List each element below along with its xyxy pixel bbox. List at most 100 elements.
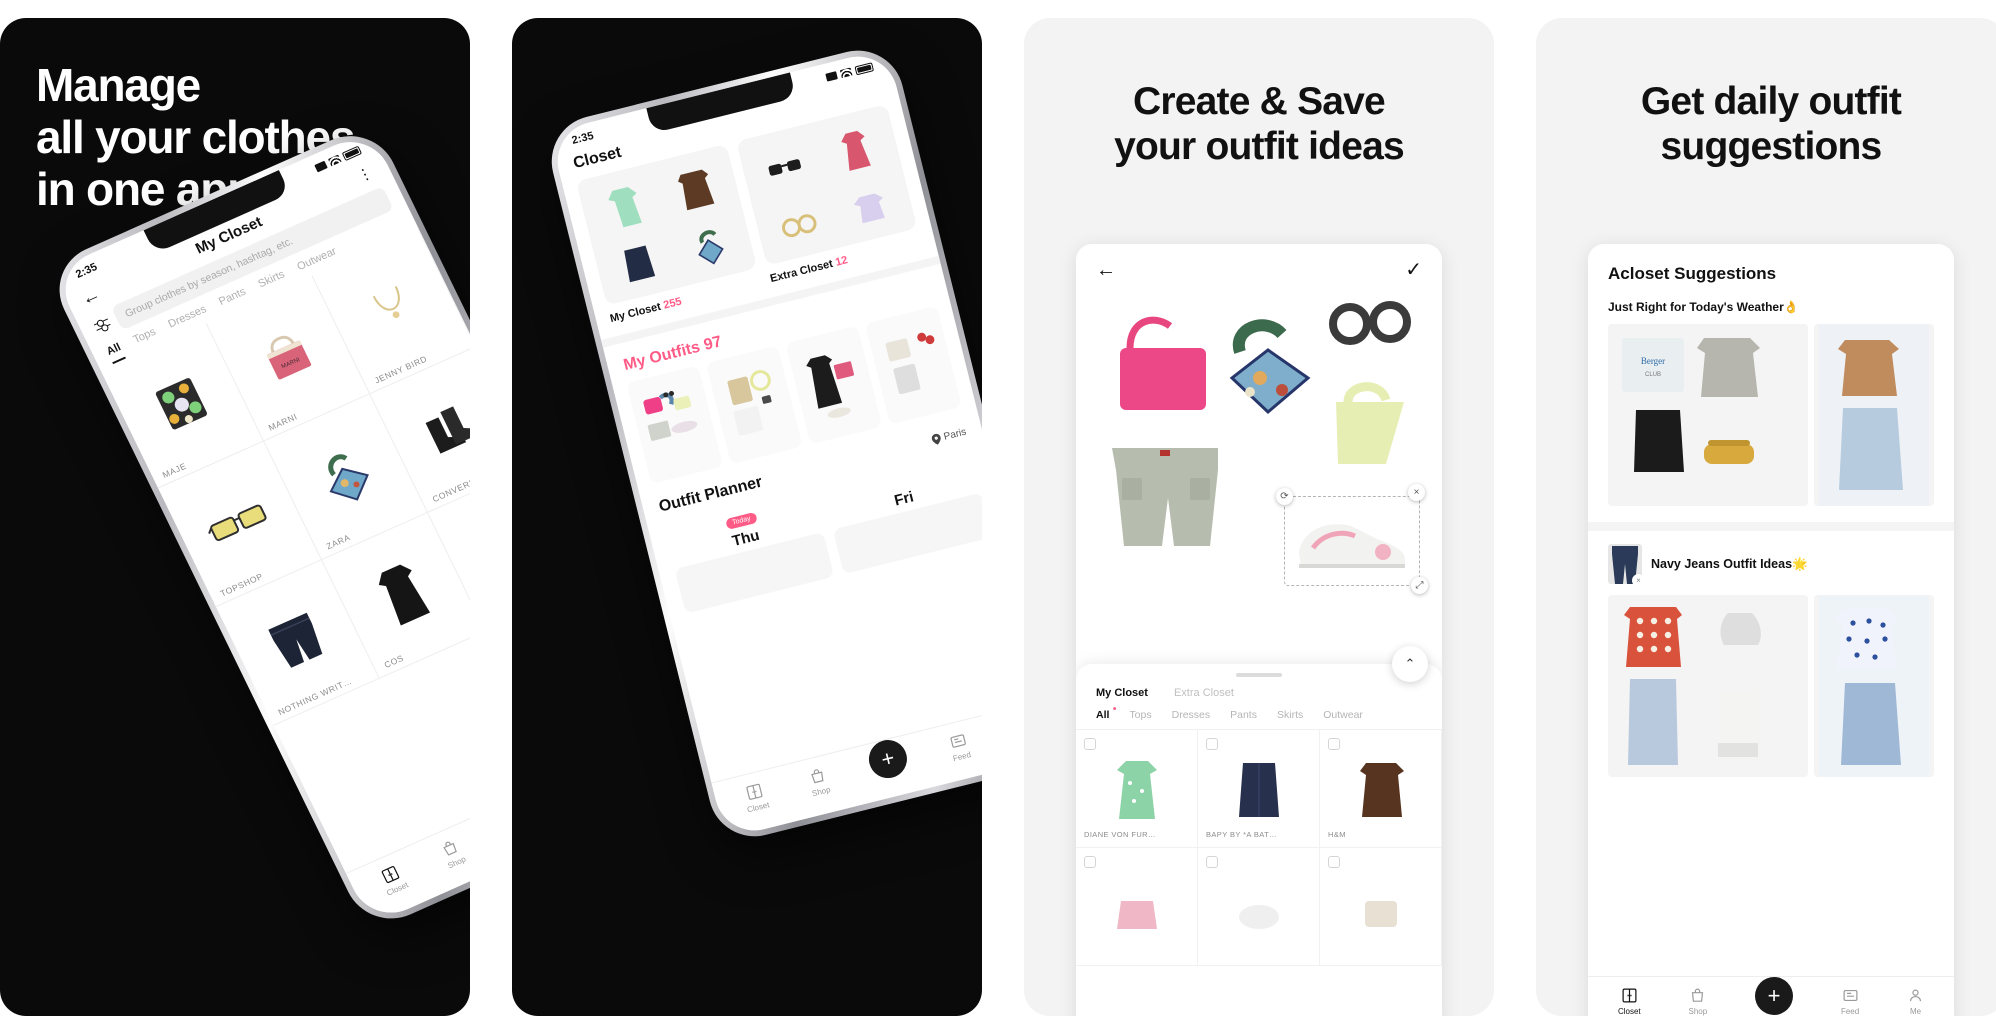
drawer-tab-my-closet[interactable]: My Closet bbox=[1096, 687, 1148, 699]
done-check-icon[interactable]: ✓ bbox=[1405, 260, 1422, 280]
thumb-gold-hoops bbox=[761, 193, 837, 256]
item-checkbox[interactable] bbox=[1206, 738, 1218, 750]
drawer-categories: All Tops Dresses Pants Skirts Outwear bbox=[1076, 704, 1442, 730]
navy-skirt-image bbox=[1206, 750, 1311, 830]
nav-closet[interactable]: Closet bbox=[1618, 987, 1641, 1016]
drawer-item[interactable]: H&M bbox=[1320, 730, 1442, 848]
outfit-card[interactable] bbox=[705, 345, 803, 465]
thumb-red-dress bbox=[816, 114, 895, 186]
rotate-handle[interactable]: ⟳ bbox=[1276, 488, 1293, 505]
signal-icon bbox=[825, 71, 838, 82]
outfit-card[interactable] bbox=[864, 305, 962, 425]
drawer-item[interactable] bbox=[1198, 848, 1320, 966]
nav-label: Closet bbox=[746, 800, 771, 815]
phone-screen-closet: 2:35 ← My Closet ⋮ Group clothes by seas… bbox=[52, 129, 470, 926]
nav-closet[interactable]: Closet bbox=[741, 781, 771, 815]
pink-item-image bbox=[1084, 868, 1189, 957]
drawer-tab-extra-closet[interactable]: Extra Closet bbox=[1174, 687, 1234, 699]
nav-add[interactable]: + bbox=[1755, 976, 1794, 1015]
item-brand: DIANE VON FUR… bbox=[1084, 830, 1156, 839]
panel-suggestions-headline: Get daily outfit suggestions bbox=[1536, 80, 1996, 170]
suggestion-card[interactable]: Berger CLUB bbox=[1608, 324, 1808, 506]
nav-shop[interactable]: Shop bbox=[438, 837, 467, 870]
drawer-cat-outwear[interactable]: Outwear bbox=[1323, 709, 1363, 721]
phone-mockup-closet: 2:35 ← My Closet ⋮ Group clothes by seas… bbox=[44, 121, 470, 934]
nav-shop[interactable]: Shop bbox=[806, 766, 832, 799]
item-brand: BAPY BY *A BAT… bbox=[1206, 830, 1278, 839]
delete-item-icon[interactable]: × bbox=[1408, 484, 1425, 501]
plus-icon[interactable]: + bbox=[1755, 976, 1794, 1015]
item-checkbox[interactable] bbox=[1084, 738, 1096, 750]
lime-handbag-item[interactable] bbox=[1320, 372, 1420, 487]
planner-location[interactable]: Paris bbox=[931, 426, 967, 445]
resize-handle[interactable]: ⤢ bbox=[1411, 577, 1428, 594]
outfit-card[interactable] bbox=[785, 325, 883, 445]
planner-day-fri[interactable]: Fri bbox=[828, 472, 982, 575]
bottom-nav: Closet Shop + Feed Me bbox=[711, 698, 982, 839]
drawer-item[interactable] bbox=[1320, 848, 1442, 966]
collapse-drawer-icon[interactable]: ⌃ bbox=[1392, 646, 1428, 682]
phone-mockup-home: 2:35 Closet My Closet 255 Extra Closet 1… bbox=[542, 40, 982, 847]
nav-add[interactable]: + bbox=[864, 735, 911, 782]
outfit-card[interactable] bbox=[626, 365, 724, 485]
headline-line-1: Get daily outfit bbox=[1640, 80, 1902, 123]
bottom-nav: Closet Shop + Feed Me bbox=[345, 731, 470, 926]
suggestion-chip[interactable]: × Navy Jeans Outfit Ideas🌟 bbox=[1588, 531, 1954, 595]
thumb-green-top bbox=[586, 171, 664, 240]
drawer-grabber[interactable] bbox=[1236, 673, 1282, 677]
silk-scarf-item[interactable] bbox=[1216, 316, 1326, 425]
more-options-icon[interactable]: ⋮ bbox=[355, 164, 377, 186]
closet-count: 255 bbox=[662, 295, 683, 312]
thumb-brown-vest bbox=[656, 154, 734, 223]
wifi-icon bbox=[839, 67, 853, 78]
suggestion-card[interactable] bbox=[1608, 595, 1808, 777]
nav-shop[interactable]: Shop bbox=[1688, 987, 1708, 1016]
khaki-cargo-shorts-item[interactable] bbox=[1100, 438, 1232, 563]
item-checkbox[interactable] bbox=[1206, 856, 1218, 868]
suggestion-card[interactable] bbox=[1814, 595, 1934, 777]
suggestion-card[interactable] bbox=[1814, 324, 1934, 506]
nav-closet[interactable]: Closet bbox=[376, 862, 410, 898]
headline-line-2: all your clothes bbox=[36, 111, 355, 163]
drawer-cat-skirts[interactable]: Skirts bbox=[1277, 709, 1303, 721]
close-icon[interactable]: × bbox=[1632, 574, 1642, 584]
outfit-canvas[interactable]: ⟳ ⤢ × bbox=[1076, 288, 1442, 638]
drawer-cat-pants[interactable]: Pants bbox=[1230, 709, 1257, 721]
closet-count: 12 bbox=[834, 254, 849, 269]
closet-icon bbox=[746, 783, 763, 800]
signal-icon bbox=[314, 160, 328, 173]
nav-label: Shop bbox=[811, 785, 832, 799]
drawer-cat-dresses[interactable]: Dresses bbox=[1172, 709, 1211, 721]
back-icon[interactable]: ← bbox=[78, 284, 105, 311]
drawer-item[interactable]: BAPY BY *A BAT… bbox=[1198, 730, 1320, 848]
item-checkbox[interactable] bbox=[1328, 738, 1340, 750]
nav-feed[interactable]: Feed bbox=[947, 731, 972, 763]
nav-feed[interactable]: Feed bbox=[1841, 987, 1859, 1016]
thumb-navy-skirt bbox=[600, 230, 677, 296]
back-icon[interactable]: ← bbox=[1096, 260, 1116, 280]
wifi-icon bbox=[327, 154, 342, 167]
nav-label: Shop bbox=[1688, 1007, 1708, 1016]
item-brand: H&M bbox=[1328, 830, 1346, 839]
pink-sneaker-item[interactable] bbox=[1291, 503, 1413, 579]
suggestion-cards-weather: Berger CLUB bbox=[1588, 324, 1954, 506]
location-label: Paris bbox=[942, 426, 968, 443]
closet-icon bbox=[1622, 988, 1637, 1003]
drawer-cat-all[interactable]: All bbox=[1096, 704, 1117, 721]
filter-icon[interactable] bbox=[93, 316, 113, 335]
phone-mockup-suggestions: Acloset Suggestions Just Right for Today… bbox=[1588, 244, 1954, 1016]
plus-icon[interactable]: + bbox=[864, 735, 911, 782]
drawer-cat-tops[interactable]: Tops bbox=[1129, 709, 1151, 721]
shop-bag-icon bbox=[1692, 988, 1704, 1002]
drawer-item[interactable]: DIANE VON FUR… bbox=[1076, 730, 1198, 848]
drawer-item[interactable] bbox=[1076, 848, 1198, 966]
gold-hoop-earrings-item[interactable] bbox=[1324, 294, 1416, 363]
svg-text:CLUB: CLUB bbox=[1645, 372, 1661, 378]
headline-line-2: your outfit ideas bbox=[1114, 124, 1405, 168]
app-store-screenshot-gallery: Manage all your clothes in one app 2:35 … bbox=[0, 0, 1996, 1034]
item-checkbox[interactable] bbox=[1084, 856, 1096, 868]
nav-me[interactable]: Me bbox=[1907, 987, 1924, 1016]
item-checkbox[interactable] bbox=[1328, 856, 1340, 868]
selection-box[interactable]: ⟳ ⤢ bbox=[1276, 488, 1428, 594]
headline-line-2: suggestions bbox=[1660, 124, 1883, 168]
